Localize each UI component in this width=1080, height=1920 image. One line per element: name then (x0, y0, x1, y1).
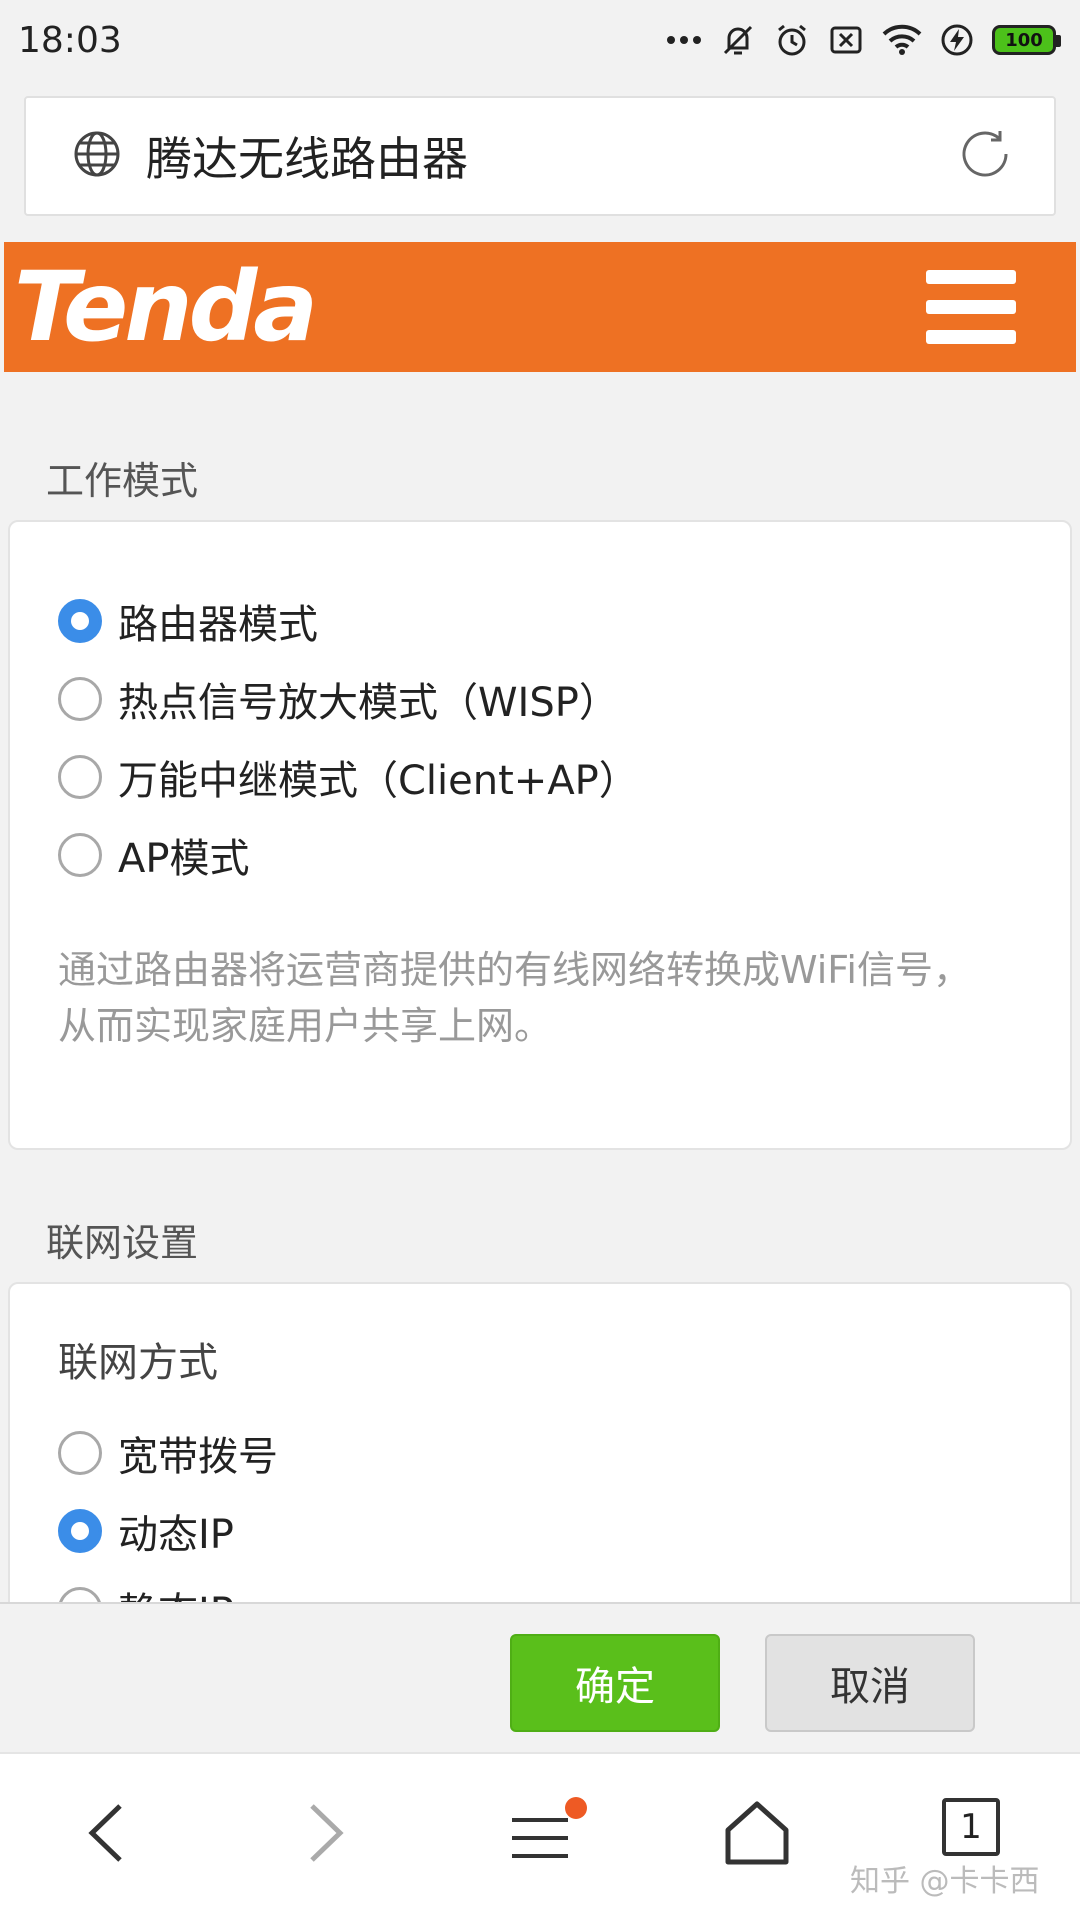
radio-button[interactable] (58, 755, 102, 799)
radio-pppoe[interactable]: 宽带拨号 (58, 1424, 278, 1482)
back-icon[interactable] (82, 1798, 132, 1868)
status-bar: 18:03 100 (0, 0, 1080, 80)
radio-button[interactable] (58, 677, 102, 721)
more-dots-icon (666, 34, 702, 46)
work-mode-title: 工作模式 (46, 459, 199, 503)
confirm-button[interactable]: 确定 (510, 1634, 720, 1732)
radio-label: 热点信号放大模式（WISP） (118, 680, 619, 726)
work-mode-card: 路由器模式 热点信号放大模式（WISP） 万能中继模式（Client+AP） A… (8, 520, 1072, 1150)
radio-router-mode[interactable]: 路由器模式 (58, 592, 318, 650)
page: 18:03 100 腾达无线路由器 Tenda 工作模式 路由器模式 热点信号放… (0, 0, 1080, 1920)
menu-icon[interactable] (508, 1794, 588, 1874)
tab-count: 1 (942, 1798, 1000, 1856)
radio-dynamic-ip[interactable]: 动态IP (58, 1502, 234, 1560)
radio-label: 动态IP (118, 1512, 234, 1558)
radio-button[interactable] (58, 1431, 102, 1475)
radio-button[interactable] (58, 1587, 102, 1602)
watermark: 知乎 @卡卡西 (850, 1864, 1040, 1899)
wifi-icon (882, 24, 922, 56)
radio-static-ip[interactable]: 静态IP (58, 1580, 234, 1602)
network-settings-title: 联网设置 (46, 1221, 199, 1265)
connection-method-label: 联网方式 (58, 1340, 218, 1386)
radio-button[interactable] (58, 599, 102, 643)
address-bar[interactable]: 腾达无线路由器 (24, 96, 1056, 216)
radio-button[interactable] (58, 1509, 102, 1553)
radio-ap-mode[interactable]: AP模式 (58, 826, 249, 884)
browser-nav-bar: 1 知乎 @卡卡西 (0, 1752, 1080, 1920)
home-icon[interactable] (722, 1798, 792, 1868)
globe-icon (72, 129, 122, 183)
network-settings-card: 联网方式 宽带拨号 动态IP 静态IP (8, 1282, 1072, 1602)
page-title: 腾达无线路由器 (146, 132, 468, 186)
radio-button[interactable] (58, 833, 102, 877)
status-time: 18:03 (18, 19, 122, 61)
settings-content: 工作模式 路由器模式 热点信号放大模式（WISP） 万能中继模式（Client+… (0, 390, 1080, 1602)
forward-icon[interactable] (300, 1798, 350, 1868)
charging-icon (940, 23, 974, 57)
tenda-logo: Tenda (14, 251, 318, 363)
battery-icon: 100 (992, 25, 1061, 55)
mode-description: 通过路由器将运营商提供的有线网络转换成WiFi信号，从而实现家庭用户共享上网。 (58, 948, 971, 1048)
radio-label: 静态IP (118, 1580, 234, 1602)
sim-off-icon (828, 22, 864, 58)
action-bar: 确定 取消 (0, 1602, 1080, 1752)
status-icons: 100 (666, 22, 1061, 58)
tabs-icon[interactable]: 1 (942, 1798, 1000, 1856)
radio-label: 路由器模式 (118, 602, 318, 648)
tenda-header: Tenda (4, 242, 1076, 372)
cancel-button[interactable]: 取消 (765, 1634, 975, 1732)
radio-label: 万能中继模式（Client+AP） (118, 758, 639, 804)
refresh-icon[interactable] (956, 125, 1014, 187)
radio-label: 宽带拨号 (118, 1434, 278, 1480)
radio-label: AP模式 (118, 836, 250, 882)
radio-client-ap-mode[interactable]: 万能中继模式（Client+AP） (58, 748, 639, 806)
radio-wisp-mode[interactable]: 热点信号放大模式（WISP） (58, 670, 619, 728)
hamburger-menu-icon[interactable] (926, 270, 1016, 344)
mute-icon (720, 22, 756, 58)
alarm-icon (774, 22, 810, 58)
